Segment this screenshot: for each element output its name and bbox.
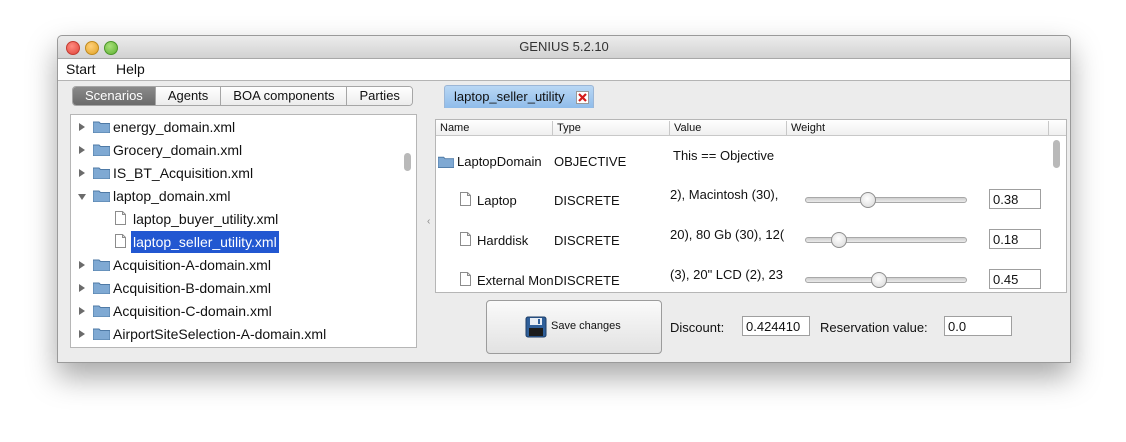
save-changes-label: Save changes (551, 320, 621, 332)
discount-field[interactable]: 0.424410 (742, 316, 810, 336)
col-name[interactable]: Name (436, 121, 553, 135)
menu-start[interactable]: Start (66, 61, 96, 77)
splitter-handle[interactable]: ‹ (427, 216, 431, 227)
title-bar: GENIUS 5.2.10 (58, 36, 1070, 59)
tab-utility-file[interactable]: laptop_seller_utility (444, 85, 594, 108)
tree-item-label: Grocery_domain.xml (113, 142, 243, 158)
weight-field[interactable]: 0.38 (989, 189, 1041, 209)
utility-table: Name Type Value Weight LaptopDomain OBJE… (435, 119, 1067, 293)
cell-type: DISCRETE (554, 273, 620, 288)
tree-scrollbar[interactable] (404, 153, 411, 171)
weight-slider[interactable] (805, 237, 967, 243)
table-header: Name Type Value Weight (436, 120, 1066, 136)
expand-arrow-icon[interactable] (79, 330, 85, 338)
weight-slider-thumb[interactable] (870, 272, 887, 288)
col-weight[interactable]: Weight (787, 121, 1049, 135)
file-icon (460, 192, 471, 206)
tab-boa-components[interactable]: BOA components (220, 87, 347, 105)
cell-type: DISCRETE (554, 233, 620, 248)
collapse-arrow-icon[interactable] (78, 194, 86, 200)
col-type[interactable]: Type (553, 121, 670, 135)
tree-item-label: Acquisition-C-domain.xml (113, 303, 272, 319)
scenario-tree[interactable]: energy_domain.xml Grocery_domain.xml IS_… (70, 114, 417, 348)
discount-label: Discount: (670, 320, 725, 335)
folder-icon (93, 190, 110, 202)
save-changes-button[interactable]: Save changes (486, 300, 662, 354)
folder-icon (93, 305, 110, 317)
file-icon (460, 272, 471, 286)
expand-arrow-icon[interactable] (79, 123, 85, 131)
folder-icon (93, 167, 110, 179)
folder-icon (93, 259, 110, 271)
expand-arrow-icon[interactable] (79, 284, 85, 292)
left-tab-bar: Scenarios Agents BOA components Parties (72, 86, 413, 106)
cell-value: 2), Macintosh (30), (670, 187, 779, 202)
col-value[interactable]: Value (670, 121, 787, 135)
tree-item-label: laptop_domain.xml (113, 188, 231, 204)
file-icon (115, 211, 126, 225)
tree-item-label: laptop_buyer_utility.xml (133, 211, 279, 227)
tab-parties[interactable]: Parties (346, 87, 412, 105)
tree-item-label: energy_domain.xml (113, 119, 236, 135)
tree-item-label: AirportSiteSelection-A-domain.xml (113, 326, 327, 342)
window-title: GENIUS 5.2.10 (519, 39, 609, 54)
cell-value: (3), 20" LCD (2), 23 (670, 267, 783, 282)
reservation-value-field[interactable]: 0.0 (944, 316, 1012, 336)
expand-arrow-icon[interactable] (79, 261, 85, 269)
expand-arrow-icon[interactable] (79, 146, 85, 154)
cell-name: Harddisk (477, 233, 529, 248)
folder-icon (93, 328, 110, 340)
expand-arrow-icon[interactable] (79, 169, 85, 177)
tree-item-label-selected: laptop_seller_utility.xml (131, 231, 279, 253)
cell-type: DISCRETE (554, 193, 620, 208)
weight-slider-thumb[interactable] (860, 192, 877, 208)
file-icon (460, 232, 471, 246)
tree-item-label: Acquisition-B-domain.xml (113, 280, 271, 296)
file-icon (115, 234, 126, 248)
expand-arrow-icon[interactable] (79, 307, 85, 315)
app-window: GENIUS 5.2.10 Start Help Scenarios Agent… (57, 35, 1071, 363)
menu-bar: Start Help (58, 59, 1070, 81)
folder-icon (93, 144, 110, 156)
tree-item-label: Acquisition-A-domain.xml (113, 257, 271, 273)
folder-icon (438, 156, 454, 168)
tab-agents[interactable]: Agents (154, 87, 221, 105)
tab-scenarios[interactable]: Scenarios (73, 87, 155, 105)
right-panel: laptop_seller_utility Name Type Value We… (434, 84, 1067, 354)
floppy-disk-icon (525, 316, 547, 338)
close-tab-icon[interactable] (575, 91, 589, 104)
cell-name: LaptopDomain (457, 154, 542, 169)
cell-type: OBJECTIVE (554, 154, 627, 169)
reservation-value-label: Reservation value: (820, 320, 928, 335)
tree-item-label: IS_BT_Acquisition.xml (113, 165, 254, 181)
weight-field[interactable]: 0.45 (989, 269, 1041, 289)
cell-name: External Moni (477, 273, 553, 288)
weight-slider-thumb[interactable] (831, 232, 848, 248)
left-panel: Scenarios Agents BOA components Parties … (70, 84, 417, 348)
folder-icon (93, 121, 110, 133)
cell-value: This == Objective (673, 148, 775, 163)
table-scrollbar[interactable] (1053, 140, 1060, 168)
cell-value: 20), 80 Gb (30), 12( (670, 227, 785, 242)
cell-name: Laptop (477, 193, 517, 208)
weight-field[interactable]: 0.18 (989, 229, 1041, 249)
weight-slider[interactable] (805, 197, 967, 203)
menu-help[interactable]: Help (116, 61, 145, 77)
tab-utility-file-label: laptop_seller_utility (454, 89, 565, 104)
folder-icon (93, 282, 110, 294)
